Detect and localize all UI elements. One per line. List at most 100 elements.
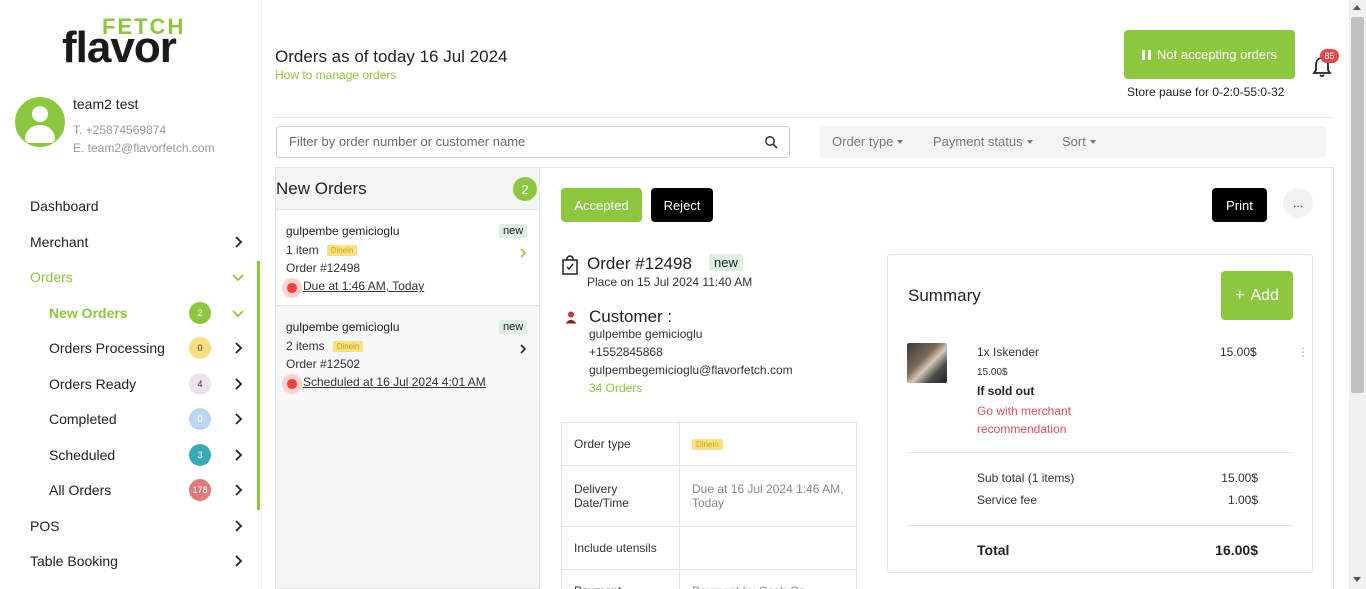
scroll-up-icon[interactable] <box>1353 5 1361 10</box>
sidebar-item-orders[interactable]: Orders <box>0 260 258 294</box>
service-fee-value: 1.00$ <box>1227 493 1258 507</box>
dropdown-label: Order type <box>832 134 894 149</box>
sort-dropdown[interactable]: Sort <box>1062 134 1096 149</box>
service-fee-label: Service fee <box>977 493 1038 507</box>
chevron-right-icon <box>235 520 243 532</box>
dropdown-label: Sort <box>1062 134 1086 149</box>
chevron-right-icon <box>235 555 243 567</box>
sidebar-item-label: New Orders <box>49 305 128 321</box>
add-item-button[interactable]: + Add <box>1221 271 1293 320</box>
shopping-bag-icon <box>562 255 578 275</box>
dropdown-label: Payment status <box>933 134 1023 149</box>
order-due-time: Due at 1:46 AM, Today <box>303 279 425 293</box>
search-input[interactable] <box>289 134 749 149</box>
order-list-panel: New Orders 2 gulpembe gemicioglu new 1 i… <box>275 167 540 589</box>
page-title: Orders as of today 16 Jul 2024 <box>275 47 508 66</box>
count-badge: 178 <box>189 479 211 501</box>
customer-heading: Customer : <box>589 307 673 326</box>
table-value: Payment by Cash On <box>679 569 857 589</box>
order-card[interactable]: gulpembe gemicioglu new 2 items Dinein Or… <box>276 305 539 401</box>
sidebar-item-dashboard[interactable]: Dashboard <box>0 189 258 223</box>
chevron-down-icon <box>232 310 244 318</box>
notification-badge: 85 <box>1320 49 1339 63</box>
order-due-time: Scheduled at 16 Jul 2024 4:01 AM <box>303 375 486 389</box>
chevron-right-icon <box>235 378 243 390</box>
count-badge: 4 <box>189 373 211 395</box>
order-customer-name: gulpembe gemicioglu <box>286 224 400 238</box>
sidebar-item-orders-processing[interactable]: Orders Processing 0 <box>0 331 258 365</box>
count-badge: 2 <box>189 302 211 324</box>
sidebar-item-new-orders[interactable]: New Orders 2 <box>0 296 258 330</box>
subtotal-value: 15.00$ <box>1221 471 1258 485</box>
table-key: Include utensils <box>561 526 680 570</box>
item-count-text: 1 item <box>286 243 319 257</box>
count-badge: 3 <box>189 444 211 466</box>
count-badge: 0 <box>189 337 211 359</box>
table-row: Delivery Date/Time Due at 16 Jul 2024 1:… <box>561 465 857 527</box>
order-status-tag: new <box>499 224 528 238</box>
total-value: 16.00$ <box>1215 542 1258 558</box>
chevron-right-icon <box>235 449 243 461</box>
chevron-right-icon <box>520 344 527 354</box>
sidebar-item-pos[interactable]: POS <box>0 509 258 543</box>
table-row: Include utensils <box>561 526 857 570</box>
reject-button[interactable]: Reject <box>651 188 713 222</box>
item-unit-price: 15.00$ <box>977 367 1008 378</box>
table-key: Delivery Date/Time <box>561 465 680 527</box>
sidebar-item-merchant[interactable]: Merchant <box>0 225 258 259</box>
divider <box>907 525 1293 526</box>
sidebar-item-table-booking[interactable]: Table Booking <box>0 544 258 578</box>
sidebar-item-label: Orders <box>30 269 73 285</box>
print-button[interactable]: Print <box>1212 188 1267 222</box>
pause-button-label: Not accepting orders <box>1157 47 1277 62</box>
item-thumbnail <box>907 343 947 383</box>
order-list-count: 2 <box>513 177 537 201</box>
customer-orders-link[interactable]: 34 Orders <box>589 381 642 395</box>
total-label: Total <box>977 542 1010 558</box>
item-name: 1x Iskender <box>977 345 1040 359</box>
table-row: Payment Payment by Cash On <box>561 569 857 589</box>
caret-down-icon <box>897 139 904 144</box>
not-accepting-orders-button[interactable]: Not accepting orders <box>1124 30 1295 79</box>
order-item-count: 2 items Dinein <box>286 339 364 353</box>
sidebar-item-orders-ready[interactable]: Orders Ready 4 <box>0 367 258 401</box>
order-type-dropdown[interactable]: Order type <box>832 134 904 149</box>
profile-email: E. team2@flavorfetch.com <box>73 141 215 155</box>
plus-icon: + <box>1235 286 1245 304</box>
sidebar-item-label: Dashboard <box>30 198 99 214</box>
count-badge: 0 <box>189 408 211 430</box>
order-number: Order #12502 <box>286 357 361 371</box>
divider <box>275 117 1334 118</box>
item-count-text: 2 items <box>286 339 325 353</box>
customer-phone: +1552845868 <box>589 345 663 359</box>
sidebar-item-all-orders[interactable]: All Orders 178 <box>0 473 258 507</box>
caret-down-icon <box>1089 139 1096 144</box>
sidebar-item-label: Table Booking <box>30 553 118 569</box>
chevron-right-icon <box>235 413 243 425</box>
scrollbar-thumb[interactable] <box>1351 17 1364 393</box>
more-options-button[interactable]: ... <box>1283 188 1313 218</box>
accepted-button[interactable]: Accepted <box>561 188 642 222</box>
order-placed-date: Place on 15 Jul 2024 11:40 AM <box>587 275 753 289</box>
payment-status-dropdown[interactable]: Payment status <box>933 134 1033 149</box>
search-icon[interactable] <box>764 135 778 149</box>
table-key: Order type <box>561 422 680 466</box>
order-status-tag: new <box>499 320 528 334</box>
sidebar-item-completed[interactable]: Completed 0 <box>0 402 258 436</box>
kebab-menu-icon[interactable]: ⋮ <box>1297 345 1309 359</box>
sidebar-item-scheduled[interactable]: Scheduled 3 <box>0 438 258 472</box>
user-avatar-icon[interactable] <box>15 97 65 147</box>
sold-out-note: Go with merchant recommendation <box>977 404 1072 436</box>
help-link[interactable]: How to manage orders <box>275 68 396 82</box>
chevron-right-icon <box>235 236 243 248</box>
order-title: Order #12498 <box>587 254 692 273</box>
scroll-down-icon[interactable] <box>1353 577 1361 582</box>
customer-email: gulpembegemicioglu@flavorfetch.com <box>589 363 793 377</box>
order-number: Order #12498 <box>286 261 361 275</box>
order-card[interactable]: gulpembe gemicioglu new 1 item Dinein Ord… <box>276 209 539 305</box>
logo[interactable]: FETCH flavor <box>62 14 194 70</box>
sidebar-active-indicator <box>257 261 260 510</box>
sold-out-label: If sold out <box>977 384 1035 398</box>
chevron-right-icon <box>235 484 243 496</box>
urgent-dot-icon <box>282 374 302 394</box>
